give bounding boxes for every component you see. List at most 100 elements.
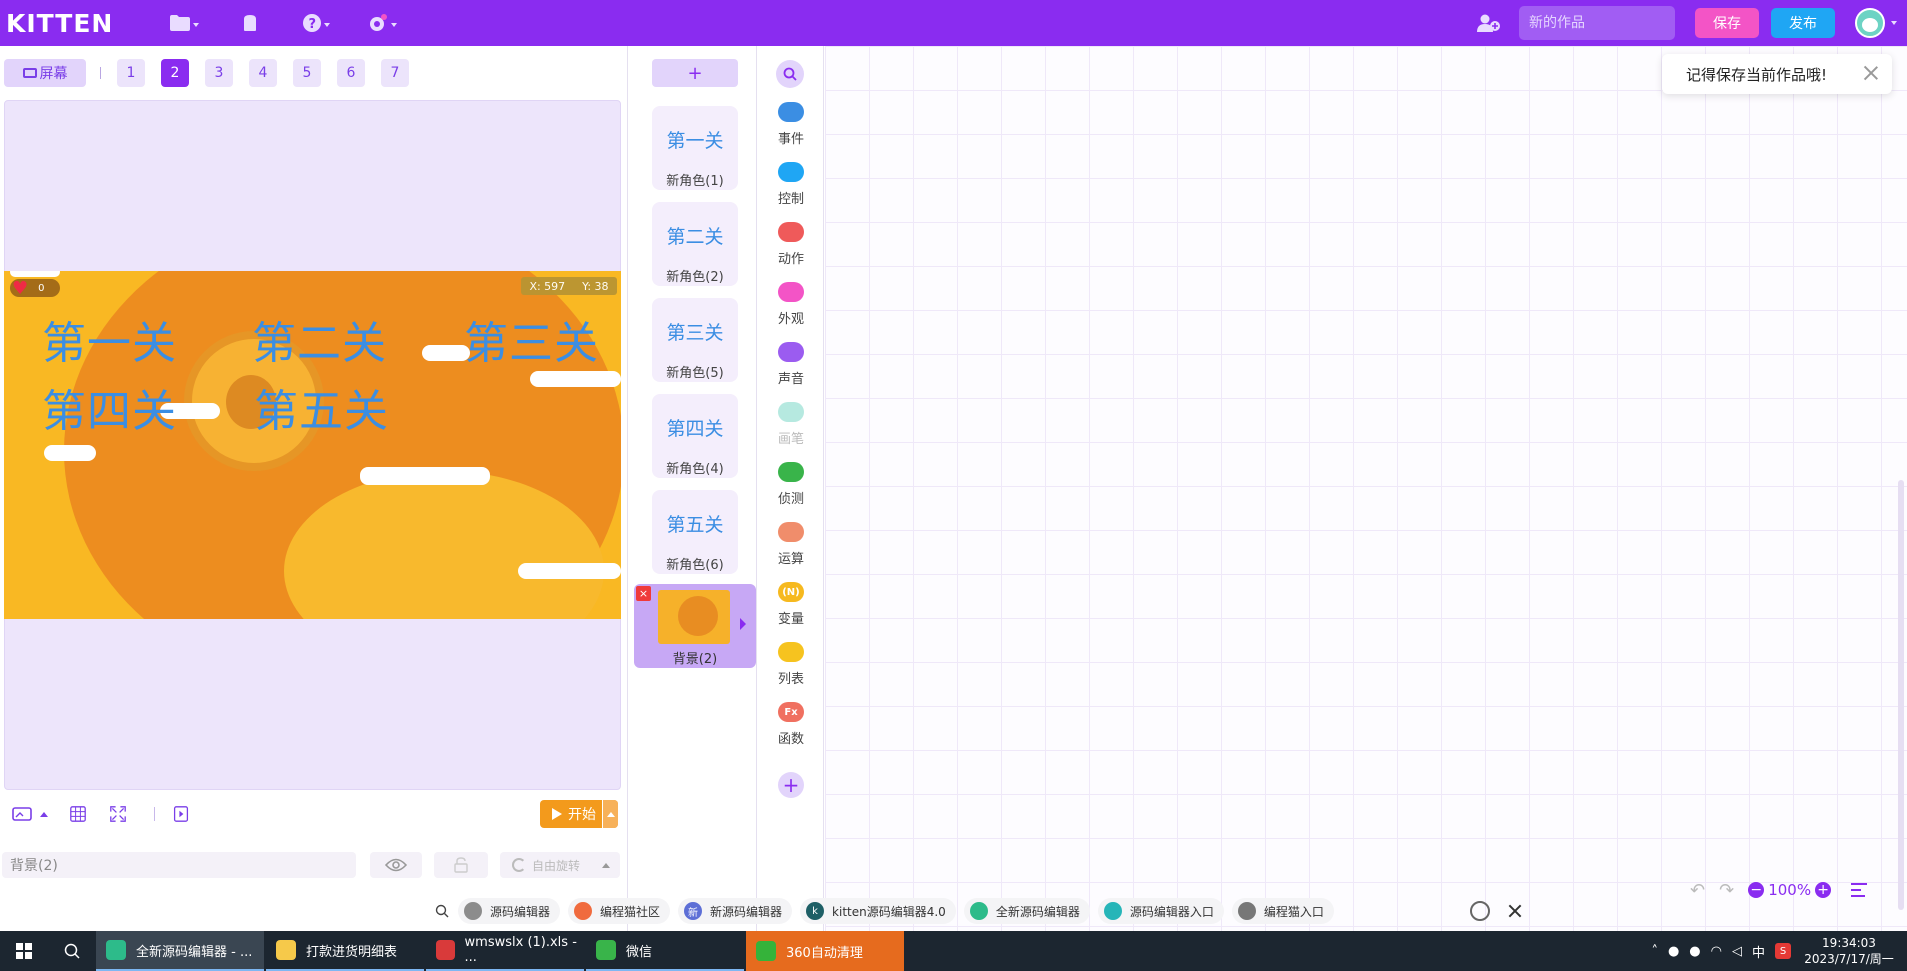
- taskbar-app[interactable]: 全新源码编辑器 - ...: [96, 931, 264, 971]
- add-extension-button[interactable]: +: [778, 772, 804, 798]
- bookmark-bar: 源码编辑器 编程猫社区 新新源码编辑器 k kitten源码编辑器4.0 全新源码编辑器 源…: [430, 896, 1530, 926]
- wifi-icon[interactable]: ◠: [1711, 944, 1722, 959]
- taskbar-app[interactable]: 微信: [586, 931, 744, 971]
- start-button[interactable]: 开始: [540, 800, 618, 828]
- category-brush[interactable]: 画笔: [758, 402, 824, 462]
- taskbar-app[interactable]: 360自动清理: [746, 931, 904, 971]
- sprite-card[interactable]: 第五关 新角色(6): [652, 490, 738, 574]
- bookmark-search-button[interactable]: [430, 899, 454, 923]
- app-icon: [436, 940, 455, 960]
- close-icon[interactable]: [1862, 64, 1880, 82]
- category-music[interactable]: 声音: [758, 342, 824, 402]
- zoom-out-button[interactable]: −: [1748, 882, 1765, 898]
- preview-icon[interactable]: [171, 806, 191, 822]
- taskbar-app[interactable]: 打款进货明细表: [266, 931, 424, 971]
- stage-size-icon[interactable]: [12, 806, 32, 822]
- sogou-icon[interactable]: S: [1775, 943, 1791, 959]
- bookmark-item[interactable]: 源码编辑器入口: [1097, 898, 1224, 924]
- sprite-name: 新角色(2): [666, 270, 724, 285]
- category-gamepad[interactable]: 控制: [758, 162, 824, 222]
- bookmark-item[interactable]: 新新源码编辑器: [678, 898, 793, 924]
- add-collaborator-button[interactable]: [1469, 14, 1509, 32]
- bookmark-item[interactable]: 全新源码编辑器: [963, 898, 1090, 924]
- chevron-up-icon[interactable]: [40, 811, 48, 817]
- screen-tab[interactable]: 3: [205, 59, 233, 87]
- qq-icon[interactable]: ●: [1668, 944, 1679, 959]
- avatar[interactable]: [1855, 8, 1885, 38]
- screen-tab[interactable]: 4: [249, 59, 277, 87]
- volume-icon[interactable]: ◁: [1732, 944, 1742, 959]
- bookmark-item[interactable]: 编程猫社区: [568, 898, 671, 924]
- category-percent[interactable]: 运算: [758, 522, 824, 582]
- sprite-card[interactable]: 第二关 新角色(2): [652, 202, 738, 286]
- settings-menu[interactable]: [354, 0, 410, 46]
- help-menu[interactable]: ?: [288, 0, 344, 46]
- delete-background-button[interactable]: ×: [636, 586, 651, 601]
- align-blocks-icon[interactable]: [1851, 883, 1868, 897]
- input-language[interactable]: 中: [1752, 942, 1765, 961]
- sprite-name: 新角色(5): [666, 366, 724, 381]
- save-button[interactable]: 保存: [1695, 8, 1759, 38]
- publish-button[interactable]: 发布: [1771, 8, 1835, 38]
- add-sprite-button[interactable]: +: [652, 59, 738, 87]
- help-icon: ?: [302, 14, 321, 32]
- close-icon[interactable]: [1505, 901, 1525, 921]
- screen-tab[interactable]: 1: [117, 59, 145, 87]
- taskbar-app[interactable]: wmswslx (1).xls - ...: [426, 931, 584, 971]
- bookmark-item[interactable]: 编程猫入口: [1231, 898, 1334, 924]
- start-menu-button[interactable]: [0, 931, 48, 971]
- wechat-icon[interactable]: ●: [1689, 944, 1700, 959]
- chevron-up-icon[interactable]: ˄: [1651, 944, 1658, 959]
- screen-tab-active[interactable]: 2: [161, 59, 189, 87]
- work-name-input[interactable]: [1519, 6, 1675, 40]
- category-target[interactable]: 侦测: [758, 462, 824, 522]
- category-toggle[interactable]: 事件: [758, 102, 824, 162]
- category-variable[interactable]: (N) 变量: [758, 582, 824, 642]
- chevron-right-icon[interactable]: [740, 618, 746, 630]
- lock-toggle[interactable]: [434, 852, 488, 878]
- zoom-in-button[interactable]: +: [1815, 882, 1832, 898]
- grid-icon[interactable]: [68, 806, 88, 822]
- level-5-sprite[interactable]: 第五关: [254, 375, 389, 439]
- bookmark-item[interactable]: 源码编辑器: [458, 898, 561, 924]
- rotation-mode-select[interactable]: 自由旋转: [500, 852, 620, 878]
- category-robot[interactable]: 动作: [758, 222, 824, 282]
- category-list[interactable]: 列表: [758, 642, 824, 702]
- coord-y-readout: Y: 38: [582, 279, 609, 293]
- taskbar-search-button[interactable]: [48, 931, 96, 971]
- bookmark-settings-icon[interactable]: [1470, 901, 1490, 921]
- sprite-card[interactable]: 第四关 新角色(4): [652, 394, 738, 478]
- screen-tab[interactable]: 7: [381, 59, 409, 87]
- block-search-button[interactable]: [776, 60, 804, 88]
- stage-canvas[interactable]: 第一关 第二关 第三关 第四关 第五关 ♥ 0 X: 597 Y: 38: [4, 271, 621, 619]
- category-function[interactable]: Fx 函数: [758, 702, 824, 762]
- start-options-dropdown[interactable]: [602, 800, 618, 828]
- screen-button[interactable]: 屏幕: [4, 59, 86, 87]
- workspace-scrollbar[interactable]: [1898, 480, 1904, 910]
- bookmark-favicon-icon: k: [806, 902, 825, 920]
- sprite-thumb: 第五关: [666, 514, 724, 536]
- file-menu[interactable]: [156, 0, 212, 46]
- level-1-sprite[interactable]: 第一关: [42, 307, 177, 371]
- code-workspace[interactable]: [825, 46, 1907, 931]
- backpack-button[interactable]: [222, 0, 278, 46]
- sprite-card[interactable]: 第三关 新角色(5): [652, 298, 738, 382]
- screen-tab[interactable]: 6: [337, 59, 365, 87]
- level-2-sprite[interactable]: 第二关: [252, 307, 387, 371]
- background-card[interactable]: × 背景(2): [634, 584, 756, 668]
- sprite-name-input[interactable]: [2, 852, 356, 878]
- fullscreen-icon[interactable]: [108, 806, 128, 822]
- bookmark-label: 编程猫入口: [1263, 904, 1324, 919]
- level-4-sprite[interactable]: 第四关: [42, 375, 177, 439]
- category-shirt[interactable]: 外观: [758, 282, 824, 342]
- visibility-toggle[interactable]: [370, 852, 422, 878]
- screen-tab[interactable]: 5: [293, 59, 321, 87]
- clock[interactable]: 19:34:03 2023/7/17/周一: [1801, 935, 1897, 967]
- bookmark-item[interactable]: k kitten源码编辑器4.0: [800, 898, 956, 924]
- redo-icon[interactable]: ↷: [1719, 880, 1734, 901]
- undo-icon[interactable]: ↶: [1690, 880, 1705, 901]
- start-button-label: 开始: [568, 807, 596, 823]
- chevron-down-icon[interactable]: [1891, 21, 1897, 25]
- sprite-card[interactable]: 第一关 新角色(1): [652, 106, 738, 190]
- level-3-sprite[interactable]: 第三关: [464, 307, 599, 371]
